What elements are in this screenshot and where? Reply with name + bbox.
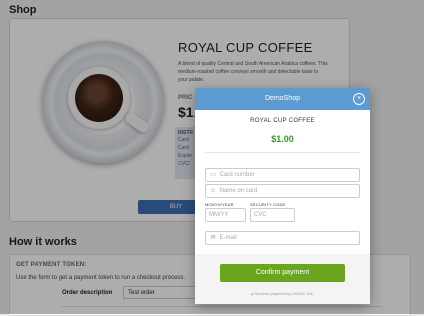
cvc-input[interactable]: CVC (250, 208, 295, 222)
email-input[interactable]: ✉ E-mail (205, 231, 360, 245)
payment-modal: DemoShop × ROYAL CUP COFFEE $1.00 ▭ Card… (195, 88, 370, 304)
secured-text: Secured payment by HOMIC INC (254, 291, 314, 296)
month-year-label: MONTH/YEAR (205, 202, 234, 207)
email-placeholder: E-mail (219, 235, 237, 241)
name-placeholder: Name on card (219, 188, 258, 194)
modal-divider (205, 152, 360, 153)
card-number-input[interactable]: ▭ Card number (205, 168, 360, 182)
modal-price: $1.00 (271, 134, 294, 144)
user-icon: ☺ (209, 188, 217, 194)
modal-header: DemoShop × (195, 88, 370, 110)
modal-product-name: ROYAL CUP COFFEE (250, 118, 315, 124)
modal-title: DemoShop (264, 95, 301, 102)
lock-icon: 🔒︎ (251, 291, 254, 296)
secured-note: 🔒︎ Secured payment by HOMIC INC (195, 291, 370, 296)
card-number-placeholder: Card number (219, 172, 255, 178)
confirm-payment-button[interactable]: Confirm payment (220, 264, 345, 282)
expiry-input[interactable]: MM/YY (205, 208, 246, 222)
close-icon[interactable]: × (353, 93, 365, 105)
card-icon: ▭ (210, 172, 216, 178)
name-on-card-input[interactable]: ☺ Name on card (205, 184, 360, 198)
email-icon: ✉ (210, 235, 216, 241)
security-code-label: SECURITY CODE (250, 202, 286, 207)
